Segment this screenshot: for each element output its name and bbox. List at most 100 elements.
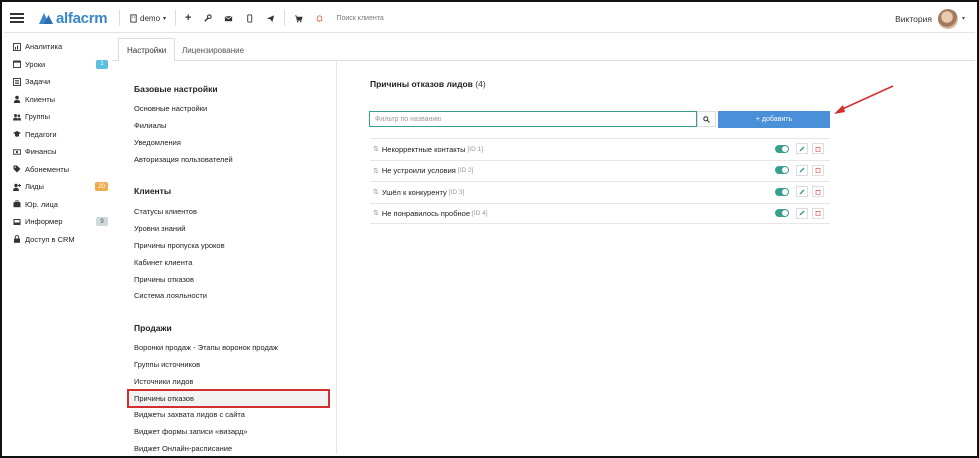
phone-icon <box>247 13 253 23</box>
active-toggle[interactable] <box>775 187 789 196</box>
sidebar-item-legal-entities[interactable]: Юр. лица <box>4 196 112 214</box>
active-toggle[interactable] <box>775 166 789 174</box>
edit-button[interactable] <box>796 143 808 154</box>
edit-button[interactable] <box>796 207 808 219</box>
sidebar-item-subscriptions[interactable]: Абонементы <box>4 161 112 179</box>
row-actions <box>775 164 824 176</box>
user-menu[interactable]: Виктория ▾ <box>895 4 965 33</box>
menu-icon[interactable] <box>10 13 24 23</box>
telegram-button[interactable] <box>260 4 281 32</box>
tag-icon <box>13 165 21 173</box>
edit-button[interactable] <box>796 186 808 197</box>
sidebar-item-teachers[interactable]: Педагоги <box>4 126 112 144</box>
pencil-icon <box>799 210 805 216</box>
delete-button[interactable] <box>812 164 824 176</box>
informer-count-badge: 9 <box>96 217 108 226</box>
logo[interactable]: alfacrm <box>38 10 116 27</box>
plus-icon: + <box>185 12 192 24</box>
settings-button[interactable] <box>197 4 218 32</box>
drag-handle-icon[interactable]: ⇅ <box>373 167 379 175</box>
leads-count-badge: 20 <box>95 182 108 191</box>
calendar-icon <box>13 60 21 69</box>
settings-link[interactable]: Система лояльности <box>134 291 207 300</box>
paper-plane-icon <box>267 14 275 22</box>
settings-link[interactable]: Статусы клиентов <box>134 207 197 216</box>
settings-link[interactable]: Уровни знаний <box>134 224 185 233</box>
edit-button[interactable] <box>796 164 808 176</box>
list-item[interactable]: ⇅ Не устроили условия [ID 2] <box>370 159 830 182</box>
sidebar-item-label: Группы <box>25 112 50 122</box>
settings-link[interactable]: Источники лидов <box>134 377 193 386</box>
client-search-input[interactable]: Поиск клиента <box>336 15 383 22</box>
app-window: alfacrm demo ▾ + Поиск клиента Виктория … <box>0 0 979 458</box>
list-item[interactable]: ⇅ Не понравилось пробное [ID 4] <box>370 202 830 224</box>
bell-icon <box>317 14 323 22</box>
settings-link[interactable]: Виджет Онлайн-расписание <box>134 444 232 453</box>
row-actions <box>775 207 824 219</box>
add-button[interactable]: + <box>179 4 197 32</box>
settings-link[interactable]: Филиалы <box>134 121 166 130</box>
settings-link-active[interactable]: Причины отказов <box>134 394 194 403</box>
search-icon <box>703 115 710 123</box>
settings-link[interactable]: Группы источников <box>134 360 200 369</box>
sidebar-item-label: Финансы <box>25 147 57 157</box>
sidebar-item-groups[interactable]: Группы <box>4 108 112 126</box>
add-button[interactable]: + добавить <box>718 111 830 128</box>
list-item[interactable]: ⇅ Некорректные контакты [ID 1] <box>370 138 830 160</box>
active-toggle[interactable] <box>775 144 789 153</box>
drag-handle-icon[interactable]: ⇅ <box>373 209 379 217</box>
filter-input[interactable] <box>369 111 697 127</box>
notifications-button[interactable] <box>309 4 330 32</box>
settings-link[interactable]: Кабинет клиента <box>134 258 192 267</box>
page-title: Причины отказов лидов (4) <box>370 79 486 89</box>
tab-licensing[interactable]: Лицензирование <box>174 38 252 62</box>
settings-link[interactable]: Причины отказов <box>134 275 194 284</box>
row-actions <box>775 143 824 154</box>
drag-handle-icon[interactable]: ⇅ <box>373 145 379 153</box>
settings-link[interactable]: Уведомления <box>134 138 181 147</box>
trash-icon <box>815 167 821 173</box>
cart-button[interactable] <box>288 4 309 32</box>
mobile-button[interactable] <box>239 4 260 32</box>
divider <box>119 10 120 26</box>
sidebar-item-leads[interactable]: Лиды 20 <box>4 178 112 196</box>
tab-settings[interactable]: Настройки <box>118 38 176 62</box>
sidebar-item-clients[interactable]: Клиенты <box>4 91 112 109</box>
page-title-text: Причины отказов лидов <box>370 79 473 89</box>
analytics-icon <box>13 42 21 51</box>
sidebar-item-lessons[interactable]: Уроки 1 <box>4 56 112 74</box>
settings-link[interactable]: Виджет формы записи «визард» <box>134 427 248 436</box>
sidebar-item-label: Педагоги <box>25 129 57 139</box>
delete-button[interactable] <box>812 186 824 197</box>
reason-id: [ID 3] <box>448 188 465 196</box>
sidebar-item-finance[interactable]: Финансы <box>4 143 112 161</box>
sidebar-item-analytics[interactable]: Аналитика <box>4 38 112 56</box>
drag-handle-icon[interactable]: ⇅ <box>373 188 379 196</box>
list-item[interactable]: ⇅ Ушёл к конкуренту [ID 3] <box>370 181 830 203</box>
reason-id: [ID 2] <box>457 167 474 175</box>
settings-link[interactable]: Причины пропуска уроков <box>134 241 225 250</box>
branch-selector[interactable]: demo ▾ <box>123 4 172 32</box>
delete-button[interactable] <box>812 207 824 219</box>
sidebar-item-label: Абонементы <box>25 164 70 174</box>
trash-icon <box>815 189 821 195</box>
section-title-basic: Базовые настройки <box>134 84 218 94</box>
delete-button[interactable] <box>812 143 824 154</box>
reason-name: Не понравилось пробное <box>381 208 470 218</box>
user-plus-icon <box>13 183 21 191</box>
settings-link[interactable]: Воронки продаж - Этапы воронок продаж <box>134 343 278 352</box>
sidebar-item-crm-access[interactable]: Доступ в CRM <box>4 231 112 249</box>
sidebar-item-tasks[interactable]: Задачи <box>4 73 112 91</box>
mail-button[interactable] <box>218 4 239 32</box>
logo-icon <box>39 13 53 24</box>
settings-link[interactable]: Авторизация пользователей <box>134 155 233 164</box>
tasks-icon <box>13 77 21 86</box>
filter-search-button[interactable] <box>697 111 716 127</box>
settings-link[interactable]: Основные настройки <box>134 104 207 113</box>
section-title-clients: Клиенты <box>134 186 172 196</box>
sidebar-item-label: Доступ в CRM <box>25 234 75 244</box>
active-toggle[interactable] <box>775 209 789 217</box>
settings-link[interactable]: Виджеты захвата лидов с сайта <box>134 410 245 419</box>
sidebar-item-label: Информер <box>25 217 63 227</box>
sidebar-item-informer[interactable]: Информер 9 <box>4 213 112 231</box>
